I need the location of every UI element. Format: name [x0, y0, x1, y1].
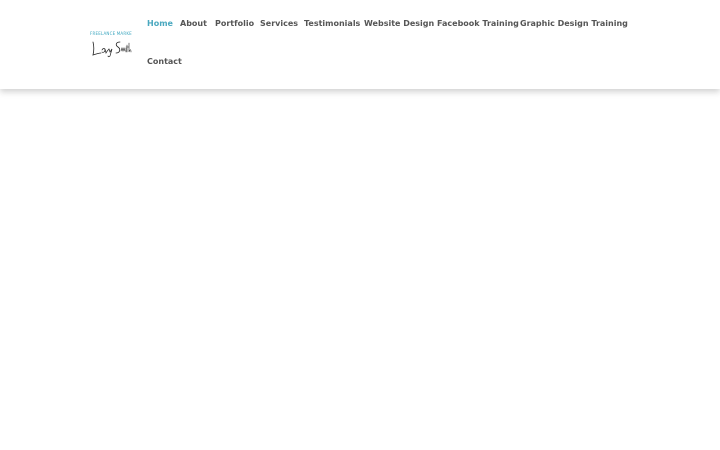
- nav-testimonials[interactable]: Testimonials: [304, 19, 360, 29]
- site-header: FREELANCE MARKETING Home About Portfolio…: [0, 0, 720, 89]
- nav-website-design[interactable]: Website Design: [364, 19, 434, 29]
- nav-about[interactable]: About: [180, 19, 207, 29]
- page-content-area: [0, 89, 720, 450]
- logo-signature-icon: [92, 41, 132, 58]
- site-logo[interactable]: FREELANCE MARKETING: [90, 31, 132, 59]
- nav-portfolio[interactable]: Portfolio: [215, 19, 254, 29]
- nav-services[interactable]: Services: [260, 19, 298, 29]
- nav-facebook-training[interactable]: Facebook Training: [437, 19, 519, 29]
- nav-contact[interactable]: Contact: [147, 57, 182, 67]
- nav-graphic-design-training[interactable]: Graphic Design Training: [520, 19, 628, 29]
- nav-home[interactable]: Home: [147, 19, 173, 29]
